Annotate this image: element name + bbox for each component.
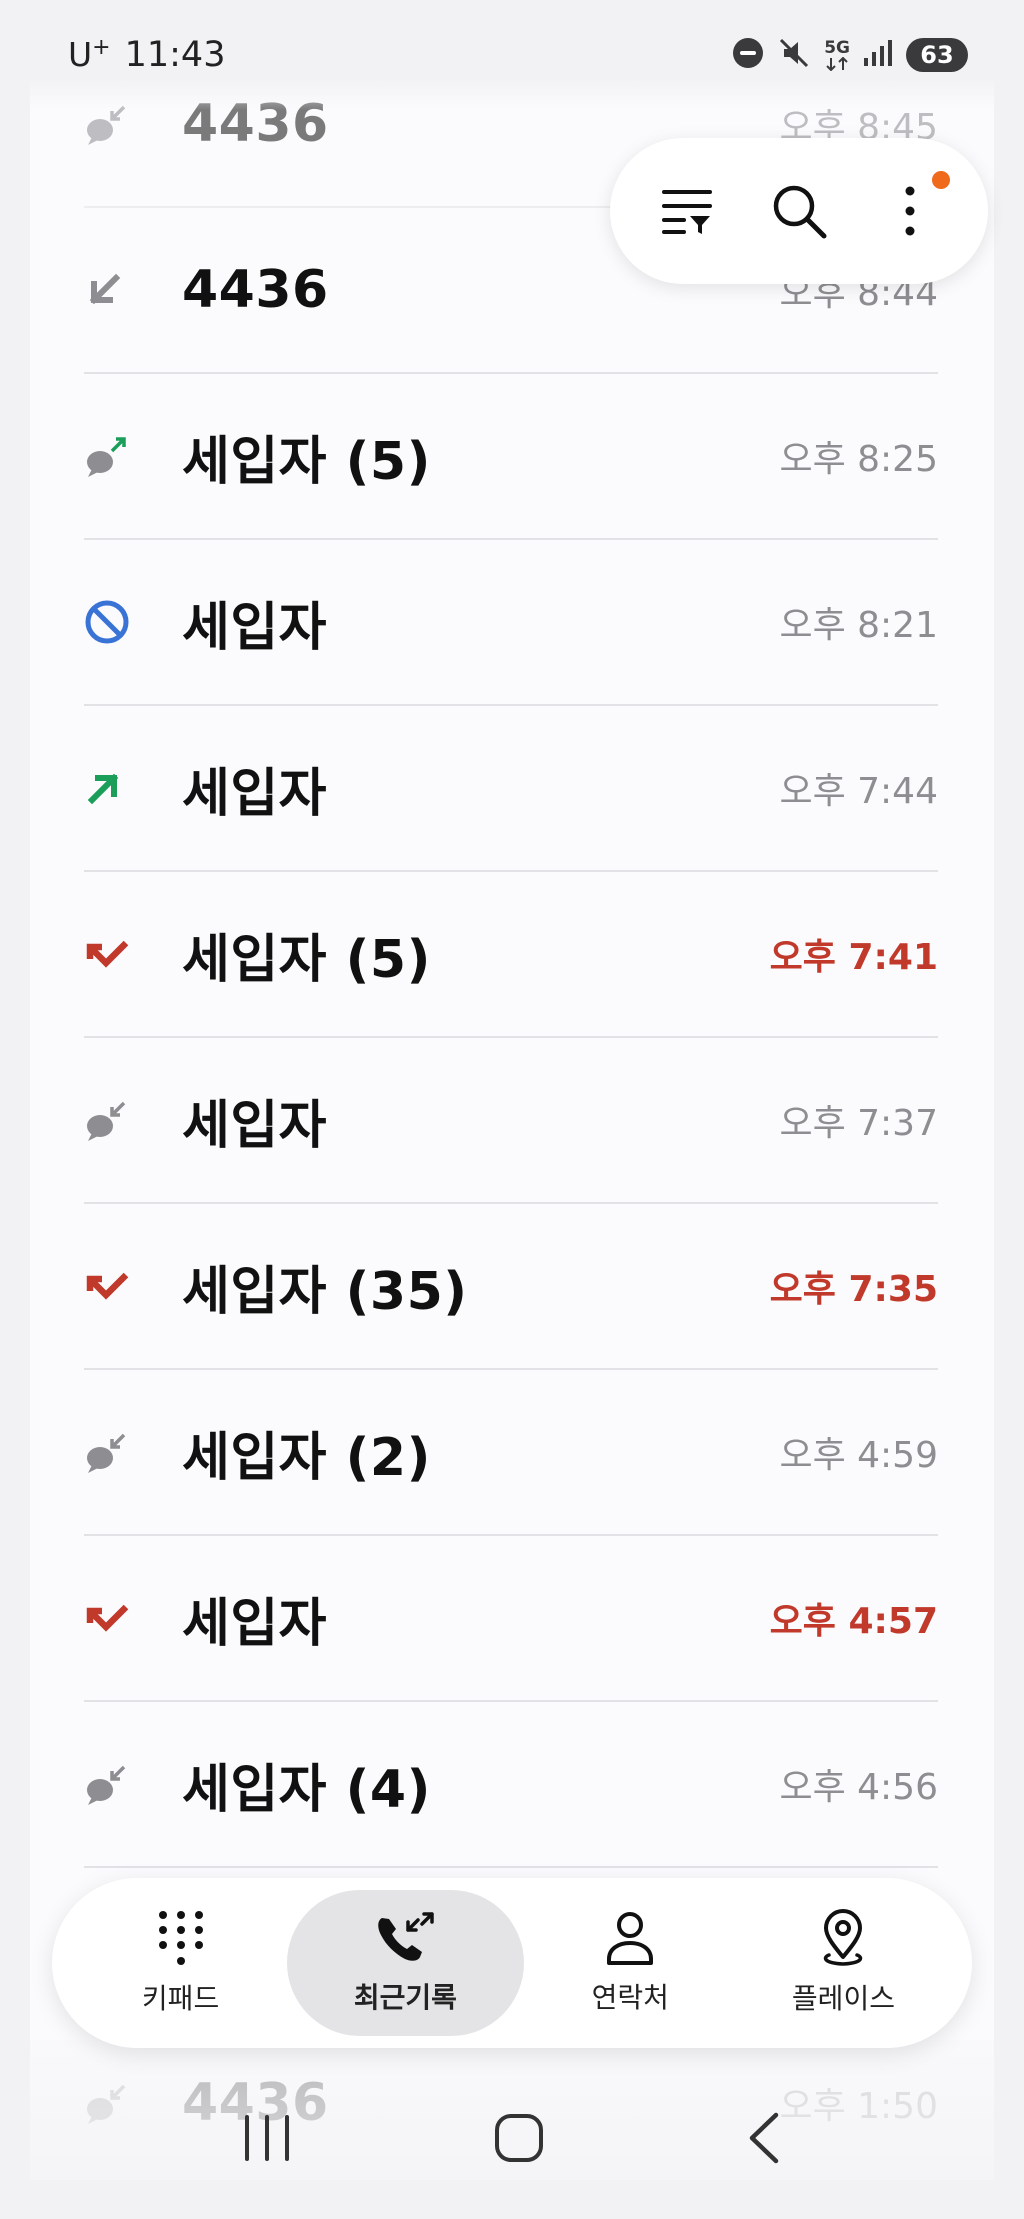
incoming-message-icon [84,1093,138,1147]
tab-contacts[interactable]: 연락처 [524,1890,737,2036]
status-icons: 5G 63 [732,35,968,75]
more-vertical-icon [905,186,915,236]
call-time: 오후 4:56 [779,1767,938,1808]
call-time: 오후 8:21 [779,605,938,646]
call-log-row[interactable]: 세입자 오후 8:21 [84,540,938,706]
carrier-label: U+ [68,35,111,74]
home-icon [494,2113,543,2162]
tab-places[interactable]: 플레이스 [737,1890,950,2036]
do-not-disturb-icon [732,37,764,73]
caller-name: 세입자 (35) [182,1261,468,1322]
search-button[interactable] [759,171,839,251]
outgoing-message-icon [84,429,138,483]
call-log-row[interactable]: 세입자 (35) 오후 7:35 [84,1204,938,1370]
tab-label: 최근기록 [353,1981,457,2014]
notification-dot [932,171,951,189]
missed-call-icon [84,1591,138,1645]
call-time: 오후 4:57 [769,1601,938,1642]
tab-label: 키패드 [141,1982,220,2015]
caller-name: 세입자 [182,1593,328,1654]
recents-icon [378,1912,435,1961]
call-log-row[interactable]: 세입자 오후 7:37 [84,1038,938,1204]
recent-apps-button[interactable] [240,2113,294,2167]
call-time: 오후 7:35 [769,1269,938,1310]
call-time: 오후 7:37 [779,1103,938,1144]
call-log-row[interactable]: 세입자 오후 4:57 [84,1536,938,1702]
caller-name: 세입자 [182,1095,328,1156]
keypad-icon [158,1911,203,1965]
tab-label: 플레이스 [791,1982,895,2015]
call-time: 오후 7:44 [779,771,938,812]
incoming-message-icon [84,1757,138,1811]
search-icon [773,185,827,239]
call-time: 오후 7:41 [769,937,938,978]
caller-name: 세입자 (4) [182,1759,431,1820]
caller-name: 세입자 (2) [182,1427,431,1488]
home-button[interactable] [493,2112,545,2168]
mute-icon [776,35,812,75]
call-log-row[interactable]: 세입자 (5) 오후 8:25 [84,374,938,540]
call-time: 오후 4:59 [779,1435,938,1476]
action-toolbar [610,138,988,284]
caller-name: 세입자 (5) [182,929,431,990]
call-time: 오후 8:25 [779,439,938,480]
status-bar: U+ 11:43 5G 63 [0,0,1024,110]
blocked-call-icon [84,595,138,649]
caller-name: 세입자 [182,763,328,824]
tab-recents[interactable]: 최근기록 [287,1890,524,2036]
phone-screen: U+ 11:43 5G 63 4436 오후 8:45 4436 오후 8:44 세입자… [0,0,1024,2219]
recents-panel: 4436 오후 8:45 4436 오후 8:44 세입자 (5) 오후 8:25 세입자 오… [30,60,994,2180]
missed-call-icon [84,927,138,981]
filter-button[interactable] [648,171,728,251]
tab-label: 연락처 [591,1981,669,2014]
clock: 11:43 [124,35,226,75]
call-log-row[interactable]: 세입자 오후 7:44 [84,706,938,872]
incoming-call-icon [84,263,138,317]
bottom-tab-bar: 키패드 최근기록 연락처 플레이스 [52,1878,972,2048]
call-log-row[interactable]: 세입자 (5) 오후 7:41 [84,872,938,1038]
network-5g-icon: 5G [824,39,850,71]
incoming-message-icon [84,1425,138,1479]
caller-name: 세입자 [182,597,328,658]
signal-icon [862,38,894,72]
missed-call-icon [84,1259,138,1313]
caller-name: 세입자 (5) [182,431,431,492]
more-options-button[interactable] [870,171,951,251]
contacts-icon [607,1912,654,1965]
system-nav-bar [0,2060,1024,2219]
recent-apps-icon [244,2114,289,2161]
tab-keypad[interactable]: 키패드 [74,1890,287,2036]
places-icon [824,1909,863,1966]
call-log-row[interactable]: 세입자 (4) 오후 4:56 [84,1702,938,1868]
battery-indicator: 63 [906,38,968,72]
filter-icon [661,190,712,234]
outgoing-call-icon [84,761,138,815]
back-button[interactable] [744,2111,784,2169]
back-icon [750,2112,779,2163]
call-log-row[interactable]: 세입자 (2) 오후 4:59 [84,1370,938,1536]
